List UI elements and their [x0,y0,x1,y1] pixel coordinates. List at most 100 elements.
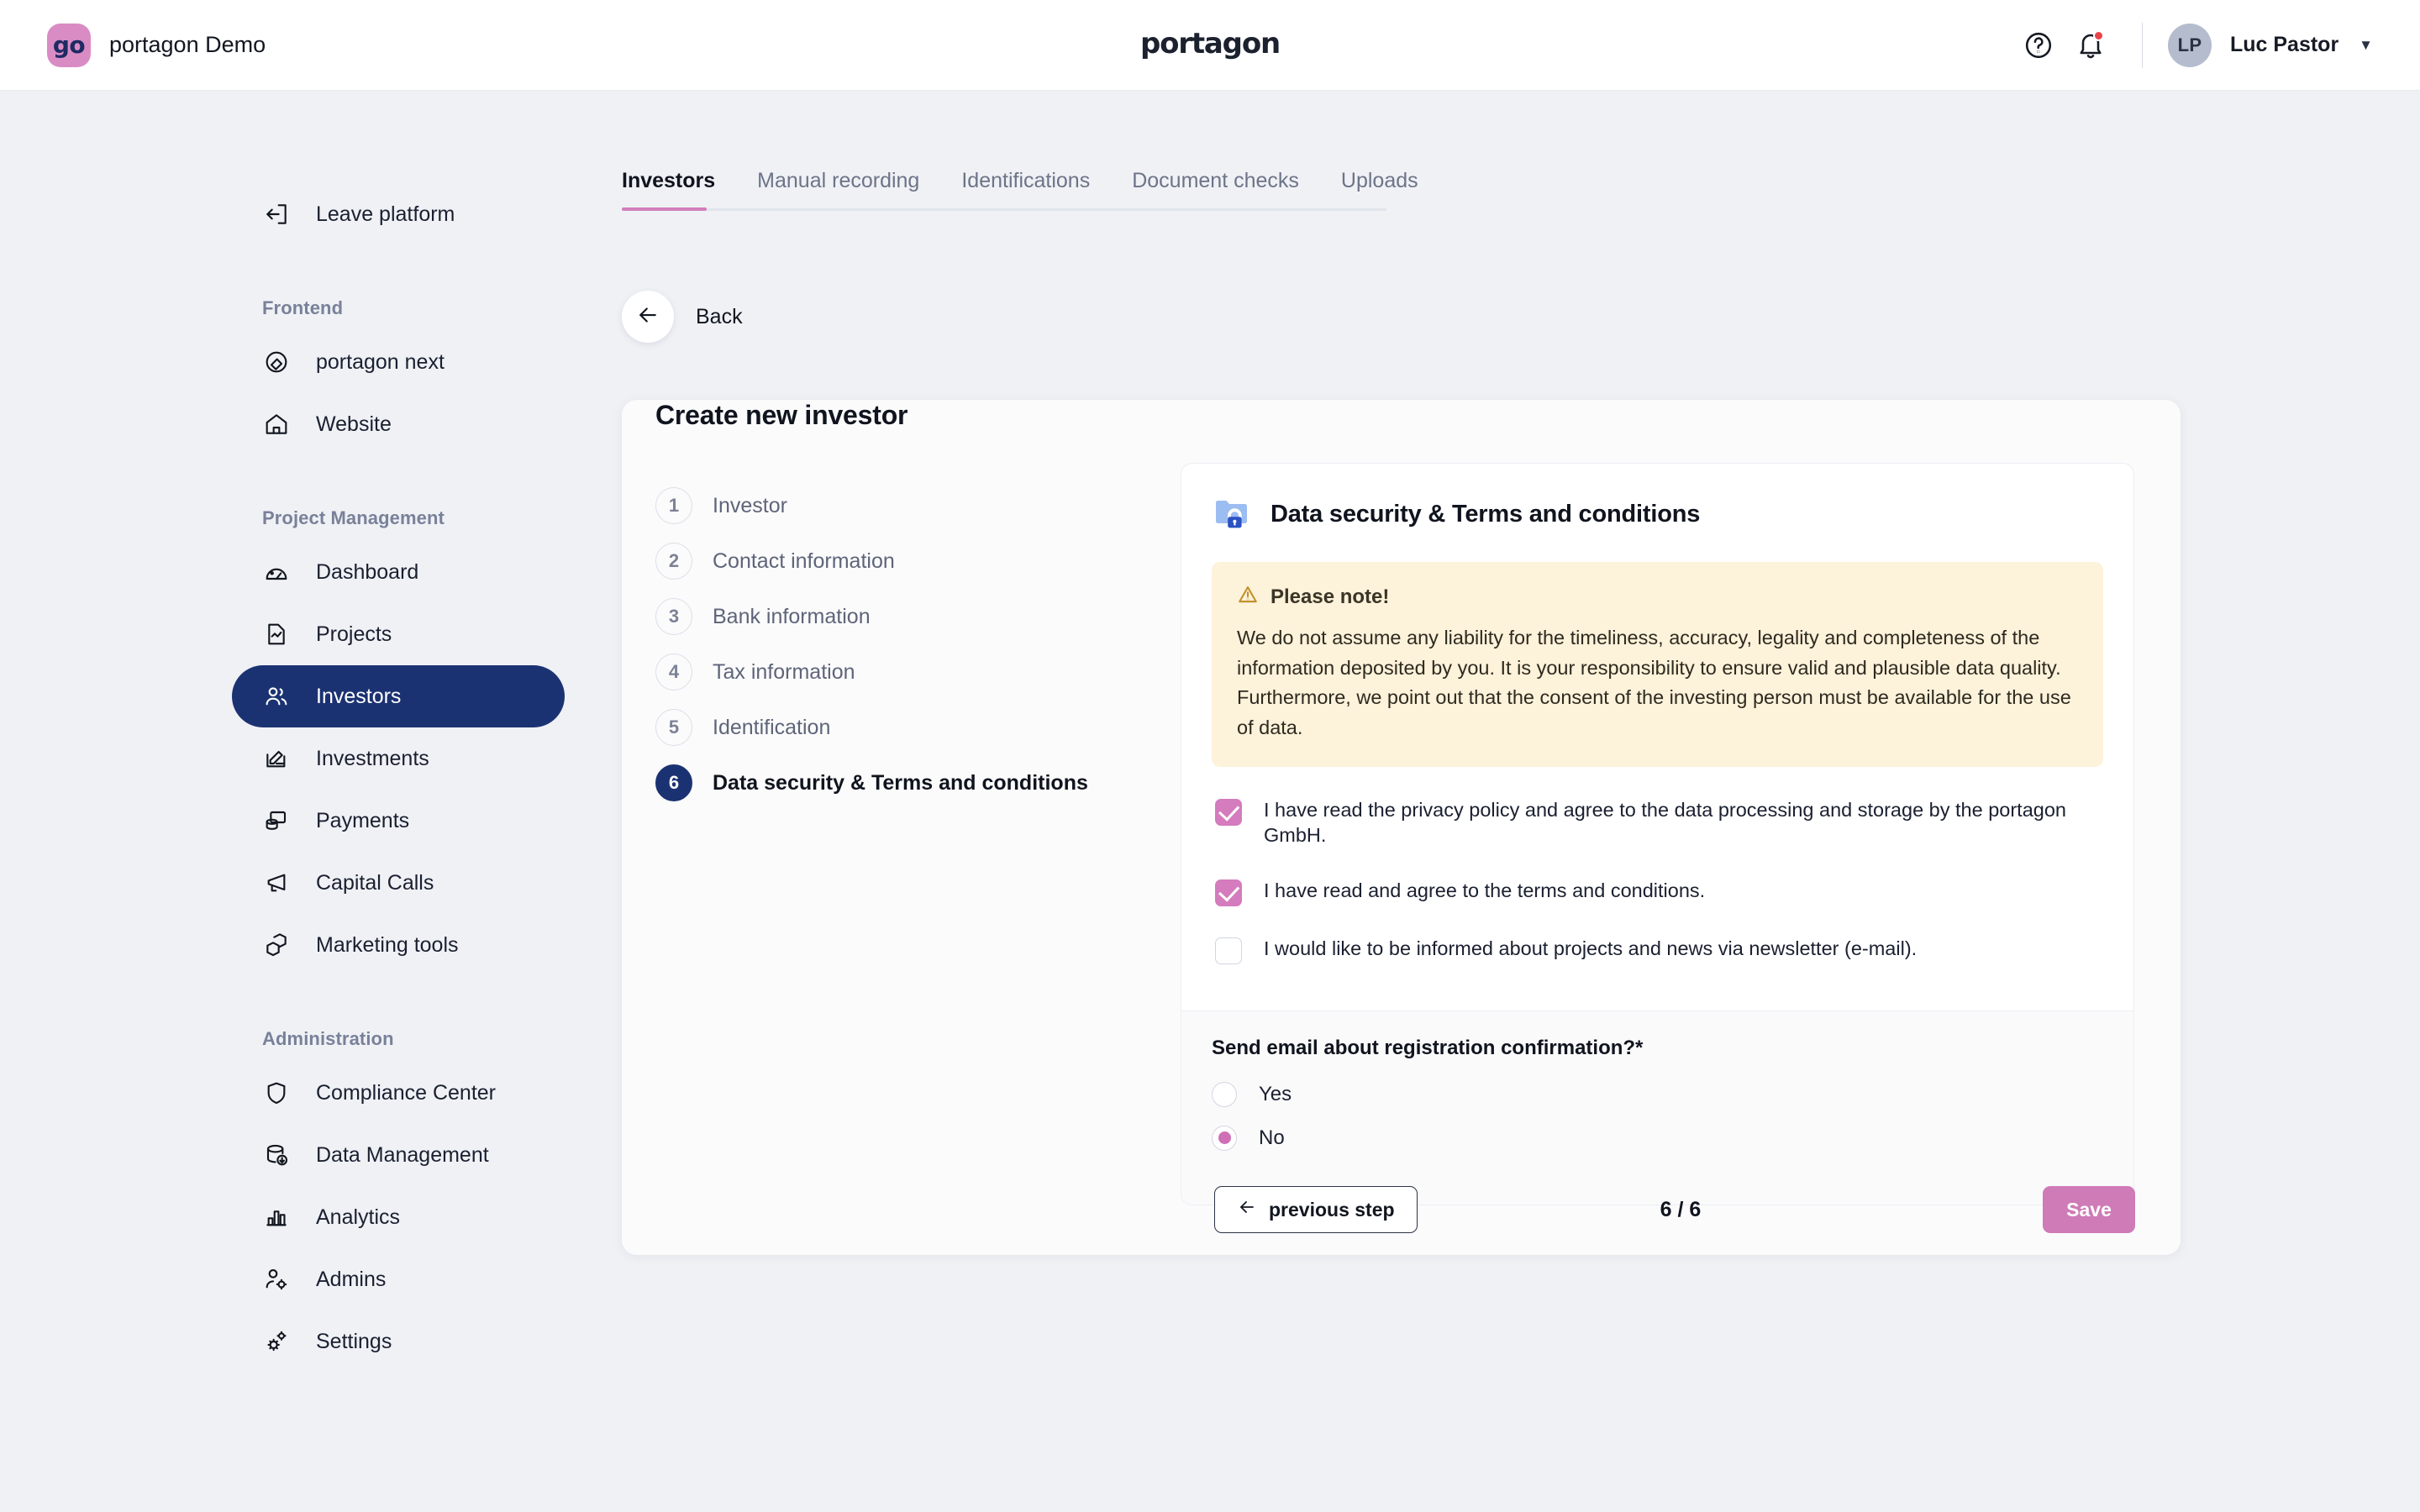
back-row[interactable]: Back [622,291,2420,343]
sidebar-item-data-management[interactable]: Data Management [232,1124,565,1186]
edit-card-icon [262,744,291,773]
note-box: Please note! We do not assume any liabil… [1212,562,2103,767]
save-button[interactable]: Save [2043,1186,2135,1233]
chevron-down-icon[interactable]: ▼ [2359,37,2373,54]
radio-row-no[interactable]: No [1212,1125,2103,1151]
page-title: Create new investor [655,400,908,430]
notification-badge [2092,29,2104,41]
sidebar-item-capital-calls[interactable]: Capital Calls [232,852,565,914]
gears-icon [262,1327,291,1356]
back-button[interactable] [622,291,674,343]
checkbox-row-terms-conditions[interactable]: I have read and agree to the terms and c… [1215,878,2100,906]
step-number: 6 [655,764,692,801]
create-investor-card: Create new investor 1 Investor 2 Contact… [622,400,2181,1255]
card-actions: previous step 6 / 6 Save [1181,1164,2181,1255]
top-bar: go portagon Demo portagon LP Luc Pastor … [0,0,2420,91]
sidebar-item-label: Admins [316,1267,387,1291]
warning-triangle-icon [1237,584,1259,610]
sidebar: Leave platform Frontend portagon next We… [0,91,588,1512]
step-bank-information[interactable]: 3 Bank information [655,589,1181,644]
radio-yes[interactable] [1212,1081,1237,1107]
step-tax-information[interactable]: 4 Tax information [655,644,1181,700]
step-number: 2 [655,543,692,580]
brand-logo-icon: go [47,23,91,67]
step-label: Investor [713,493,787,517]
step-identification[interactable]: 5 Identification [655,700,1181,755]
sidebar-item-label: Capital Calls [316,870,434,895]
checkbox-newsletter[interactable] [1215,937,1242,964]
sidebar-item-analytics[interactable]: Analytics [232,1186,565,1248]
brand-title: portagon Demo [109,32,266,57]
sidebar-item-settings[interactable]: Settings [232,1310,565,1373]
user-name[interactable]: Luc Pastor [2230,33,2338,57]
sidebar-item-payments[interactable]: Payments [232,790,565,852]
previous-step-button[interactable]: previous step [1214,1186,1418,1233]
step-data-security-terms[interactable]: 6 Data security & Terms and conditions [655,755,1181,811]
sidebar-item-investments[interactable]: Investments [232,727,565,790]
sidebar-item-label: portagon next [316,349,445,374]
sidebar-item-label: Investments [316,746,429,770]
user-gear-icon [262,1265,291,1294]
step-investor[interactable]: 1 Investor [655,478,1181,533]
top-bar-right: LP Luc Pastor ▼ [2012,19,2373,71]
step-label: Identification [713,715,831,739]
card-body: 1 Investor 2 Contact information 3 Bank … [622,463,2181,1205]
brand[interactable]: go portagon Demo [47,23,266,67]
panel-title: Data security & Terms and conditions [1270,501,1701,528]
radio-label: No [1259,1126,1285,1149]
sidebar-item-projects[interactable]: Projects [232,603,565,665]
checkbox-privacy-policy[interactable] [1215,798,1242,826]
sidebar-item-dashboard[interactable]: Dashboard [232,541,565,603]
checkbox-row-newsletter[interactable]: I would like to be informed about projec… [1215,936,2100,964]
radio-no[interactable] [1212,1125,1237,1151]
step-label: Tax information [713,659,855,684]
step-label: Contact information [713,549,895,573]
sidebar-item-label: Payments [316,808,410,832]
tab-uploads[interactable]: Uploads [1341,169,1418,208]
shield-icon [262,1079,291,1107]
tab-bar: Investors Manual recording Identificatio… [622,169,1418,211]
notifications-button[interactable] [2065,19,2117,71]
arrow-left-icon [1237,1197,1257,1222]
sidebar-item-website[interactable]: Website [232,393,565,455]
coins-icon [262,806,291,835]
consent-checkbox-group: I have read the privacy policy and agree… [1212,767,2103,1005]
radio-row-yes[interactable]: Yes [1212,1081,2103,1107]
box-icon [262,931,291,959]
panel-header: Data security & Terms and conditions [1212,492,2103,537]
portagon-logo-text: portagon [1140,27,1281,60]
back-label: Back [696,304,743,328]
radio-group-question: Send email about registration confirmati… [1212,1036,1644,1059]
sidebar-item-admins[interactable]: Admins [232,1248,565,1310]
previous-step-label: previous step [1269,1198,1395,1221]
tab-investors[interactable]: Investors [622,169,715,208]
arrow-left-icon [635,302,660,332]
tab-manual-recording[interactable]: Manual recording [757,169,919,208]
step-contact-information[interactable]: 2 Contact information [655,533,1181,589]
sidebar-item-label: Settings [316,1329,392,1353]
sidebar-item-leave-platform[interactable]: Leave platform [232,183,565,245]
step-number: 5 [655,709,692,746]
note-title: Please note! [1270,585,1390,608]
sidebar-item-portagon-next[interactable]: portagon next [232,331,565,393]
tab-identifications[interactable]: Identifications [961,169,1090,208]
layers-circle-icon [262,348,291,376]
sidebar-item-label: Website [316,412,392,436]
avatar[interactable]: LP [2167,23,2212,67]
sidebar-item-marketing-tools[interactable]: Marketing tools [232,914,565,976]
checkbox-label: I would like to be informed about projec… [1264,937,1918,959]
sidebar-item-label: Dashboard [316,559,419,584]
sidebar-item-compliance-center[interactable]: Compliance Center [232,1062,565,1124]
users-icon [262,682,291,711]
gauge-icon [262,558,291,586]
sidebar-item-label: Marketing tools [316,932,459,957]
checkbox-terms-conditions[interactable] [1215,879,1242,906]
checkbox-row-privacy-policy[interactable]: I have read the privacy policy and agree… [1215,797,2100,848]
sidebar-item-investors[interactable]: Investors [232,665,565,727]
tab-document-checks[interactable]: Document checks [1132,169,1299,208]
home-icon [262,410,291,438]
checkbox-label: I have read the privacy policy and agree… [1264,798,2066,847]
active-tab-indicator [622,207,707,211]
sidebar-section-administration: Administration [262,1028,394,1049]
help-button[interactable] [2012,19,2065,71]
